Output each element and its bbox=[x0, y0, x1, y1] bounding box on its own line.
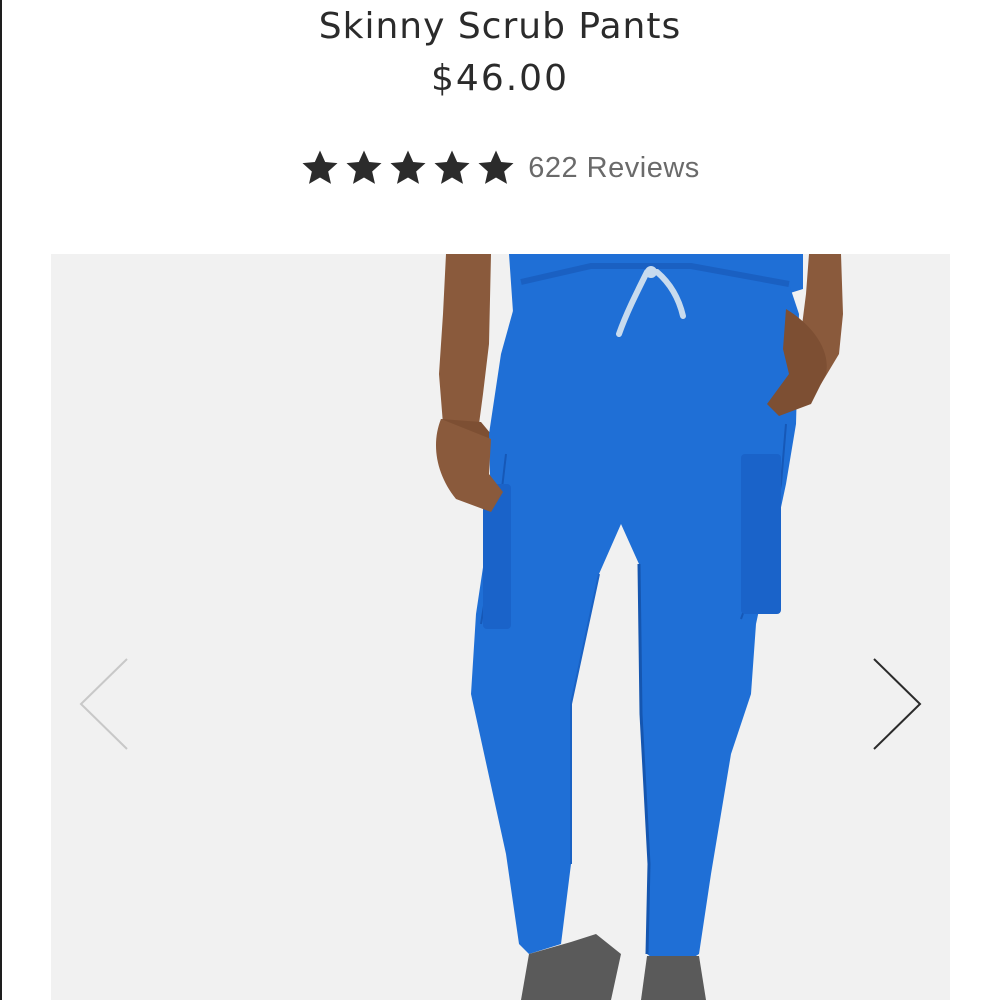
star-rating[interactable] bbox=[300, 148, 516, 188]
star-icon bbox=[390, 150, 426, 184]
product-price: $46.00 bbox=[431, 58, 569, 99]
product-image bbox=[436, 254, 843, 1000]
chevron-right-icon[interactable] bbox=[866, 654, 926, 754]
star-icon bbox=[478, 150, 514, 184]
rating-row[interactable]: 622 Reviews bbox=[0, 148, 1000, 188]
product-gallery[interactable] bbox=[51, 254, 950, 1000]
star-icon bbox=[302, 150, 338, 184]
chevron-left-icon[interactable] bbox=[75, 654, 135, 754]
star-icon bbox=[434, 150, 470, 184]
reviews-link[interactable]: 622 Reviews bbox=[528, 152, 700, 185]
star-icon bbox=[346, 150, 382, 184]
product-title: Skinny Scrub Pants bbox=[318, 6, 682, 47]
